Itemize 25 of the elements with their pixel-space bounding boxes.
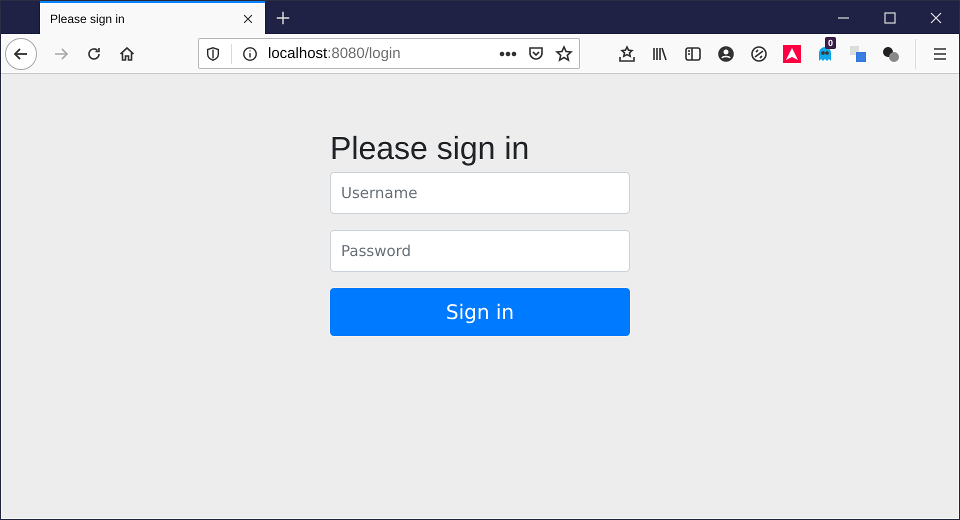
sidebar-icon[interactable] <box>684 44 702 62</box>
info-icon[interactable] <box>242 46 258 62</box>
sync-icon[interactable] <box>750 44 768 62</box>
plus-icon[interactable] <box>275 10 291 26</box>
url-text: localhost:8080/login <box>268 45 402 62</box>
password-field[interactable]: Password <box>330 230 630 272</box>
spheres-icon[interactable] <box>882 44 900 62</box>
shield-icon[interactable] <box>205 46 221 62</box>
ghost-icon[interactable] <box>816 44 834 62</box>
count-badge: 0 <box>825 36 836 48</box>
home-icon[interactable] <box>118 44 136 62</box>
address-field[interactable]: localhost:8080/login <box>198 38 580 69</box>
library-icon[interactable] <box>651 44 669 62</box>
sign-in-button[interactable]: Sign in <box>330 288 630 336</box>
pocket-icon[interactable] <box>527 44 545 62</box>
translate-icon[interactable] <box>849 44 867 62</box>
star-tray-icon[interactable] <box>618 44 636 62</box>
star-icon[interactable] <box>555 44 573 62</box>
browser-tab[interactable]: Please sign in <box>40 1 265 34</box>
account-icon[interactable] <box>717 44 735 62</box>
page-heading: Please sign in <box>330 130 530 167</box>
username-field[interactable]: Username <box>330 172 630 214</box>
triangle-icon[interactable] <box>783 44 801 62</box>
back-button[interactable] <box>5 38 37 70</box>
tab-title: Please sign in <box>50 12 125 26</box>
